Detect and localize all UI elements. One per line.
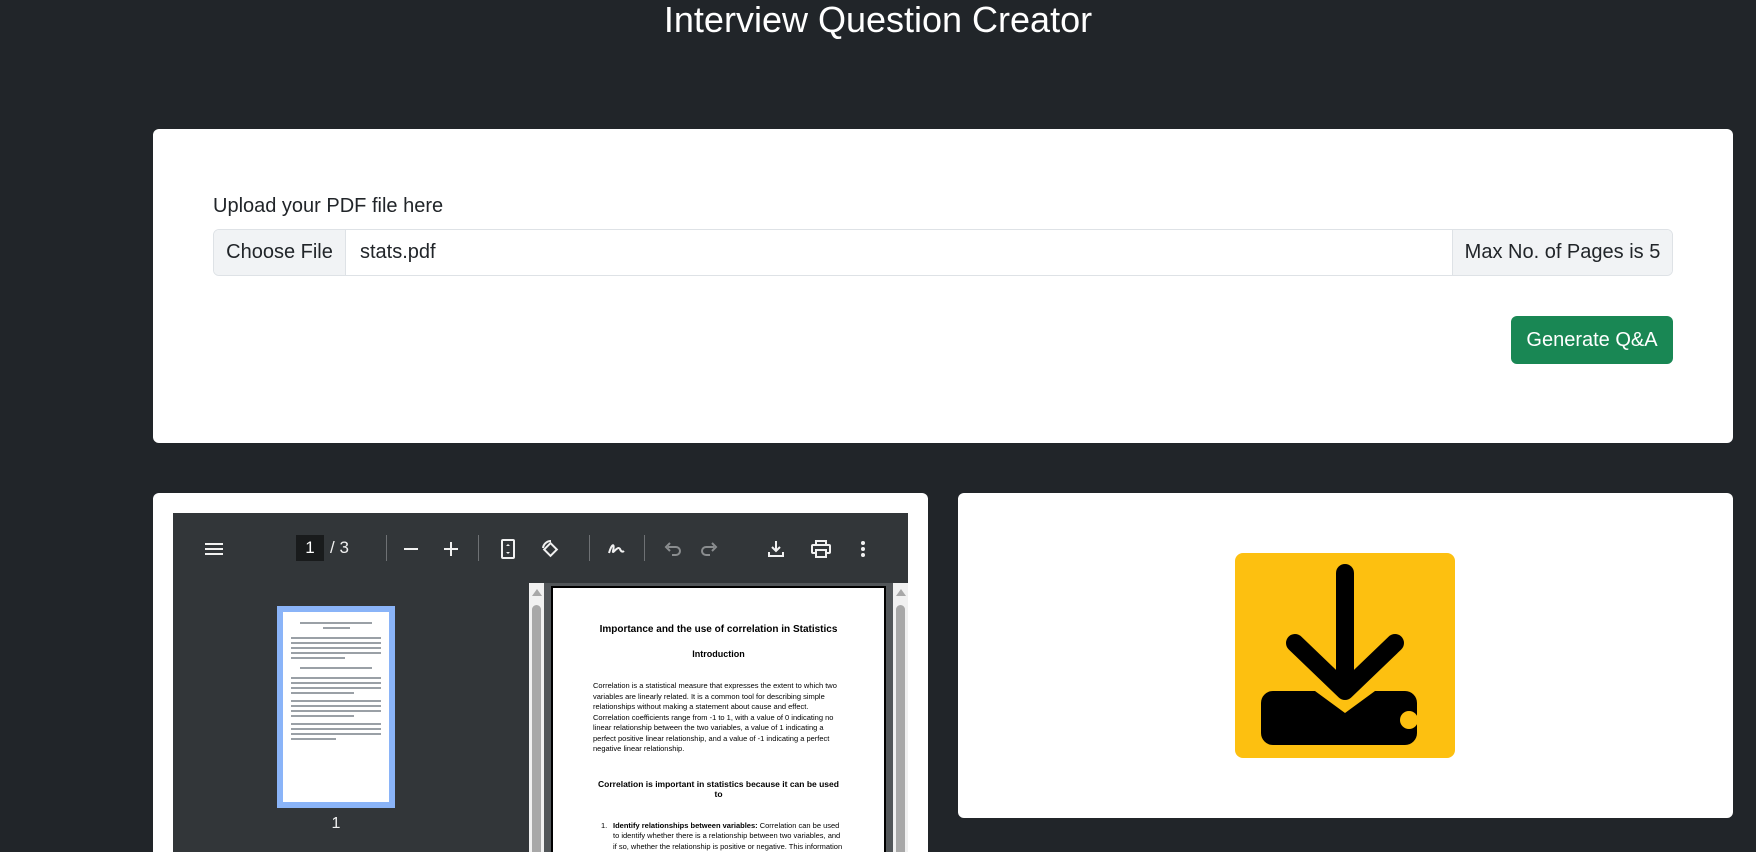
pdf-viewer: 1 / 3 1 Importance and the use of correl… [173, 513, 908, 852]
annotate-icon[interactable] [604, 537, 628, 561]
choose-file-button[interactable]: Choose File [214, 230, 346, 275]
more-icon[interactable] [851, 537, 875, 561]
thumbnail-page-number: 1 [331, 815, 341, 832]
page-number-input[interactable]: 1 [296, 535, 324, 561]
document-title: Importance and the use of correlation in… [599, 624, 838, 635]
print-icon[interactable] [809, 537, 833, 561]
scrollbar-thumb[interactable] [532, 605, 541, 852]
redo-icon[interactable] [697, 537, 721, 561]
generate-qa-button[interactable]: Generate Q&A [1511, 316, 1673, 364]
scrollbar-thumb[interactable] [896, 605, 905, 852]
pdf-page: Importance and the use of correlation in… [551, 586, 886, 852]
page-scrollbar[interactable] [893, 583, 908, 852]
page-title: Interview Question Creator [663, 0, 1093, 40]
scroll-up-icon[interactable] [532, 589, 542, 596]
document-subheading: Correlation is important in statistics b… [598, 778, 839, 799]
toolbar-divider [386, 535, 387, 561]
menu-icon[interactable] [202, 537, 226, 561]
thumbnail-page [283, 612, 389, 802]
fit-page-icon[interactable] [496, 537, 520, 561]
thumbnail-scrollbar[interactable] [529, 583, 544, 852]
list-item-number: 1. [601, 820, 608, 830]
download-icon[interactable] [764, 537, 788, 561]
zoom-out-icon[interactable] [399, 537, 423, 561]
pdf-preview-card: 1 / 3 1 Importance and the use of correl… [153, 493, 928, 852]
document-list-item: 1. Identify relationships between variabl… [593, 821, 844, 852]
toolbar-divider [478, 535, 479, 561]
pdf-toolbar: 1 / 3 [173, 513, 908, 583]
result-card [958, 493, 1733, 818]
page-total: / 3 [330, 538, 349, 557]
upload-card: Upload your PDF file here Choose File st… [153, 129, 1733, 443]
file-name-display[interactable]: stats.pdf [346, 230, 1452, 275]
document-paragraph: Correlation is a statistical measure tha… [593, 681, 837, 753]
max-pages-addon: Max No. of Pages is 5 [1452, 230, 1672, 275]
file-input-group[interactable]: Choose File stats.pdf Max No. of Pages i… [213, 229, 1673, 276]
rotate-icon[interactable] [538, 537, 562, 561]
scroll-up-icon[interactable] [896, 589, 906, 596]
upload-label: Upload your PDF file here [213, 195, 444, 217]
toolbar-divider [589, 535, 590, 561]
page-thumbnail[interactable] [277, 606, 395, 808]
document-section-heading: Introduction [692, 649, 745, 659]
list-item-bold: Identify relationships between variables… [613, 820, 758, 830]
toolbar-divider [644, 535, 645, 561]
undo-icon[interactable] [661, 537, 685, 561]
download-icon[interactable] [1235, 553, 1455, 758]
thumbnail-pane: 1 [173, 583, 529, 852]
zoom-in-icon[interactable] [439, 537, 463, 561]
